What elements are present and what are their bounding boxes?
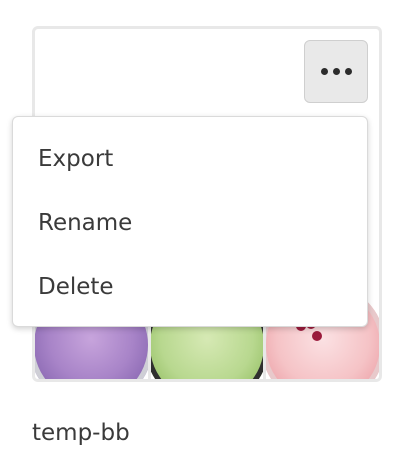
- more-horizontal-icon: [344, 68, 352, 75]
- card-title[interactable]: temp-bb: [32, 420, 130, 446]
- more-horizontal-icon: [320, 68, 328, 75]
- stage: Export Rename Delete temp-bb: [0, 0, 404, 476]
- more-options-button[interactable]: [304, 40, 368, 103]
- more-horizontal-icon: [332, 68, 340, 75]
- menu-item-export[interactable]: Export: [13, 127, 367, 191]
- context-menu: Export Rename Delete: [12, 116, 368, 327]
- menu-item-delete[interactable]: Delete: [13, 255, 367, 319]
- menu-item-rename[interactable]: Rename: [13, 191, 367, 255]
